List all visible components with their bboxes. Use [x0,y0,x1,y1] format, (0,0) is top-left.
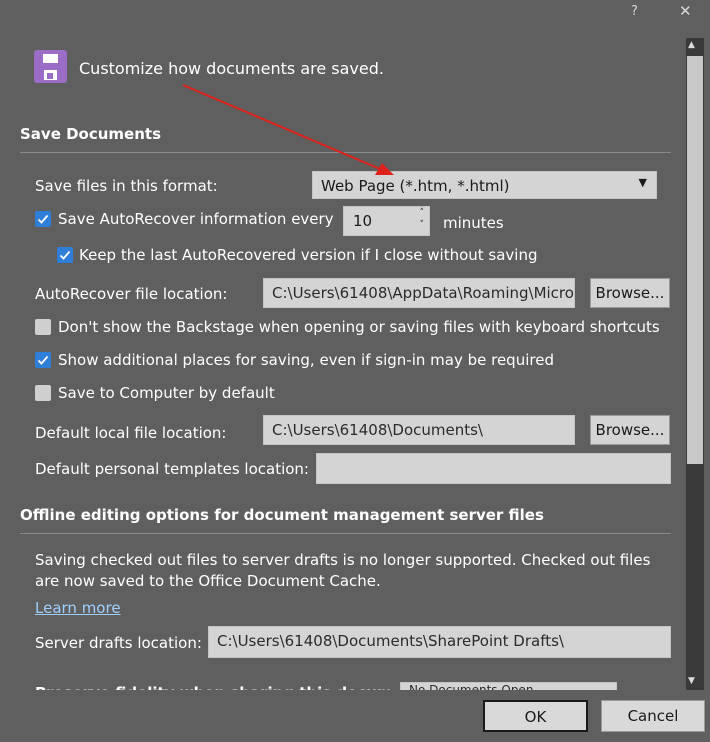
annotation-arrow-icon [182,84,394,175]
